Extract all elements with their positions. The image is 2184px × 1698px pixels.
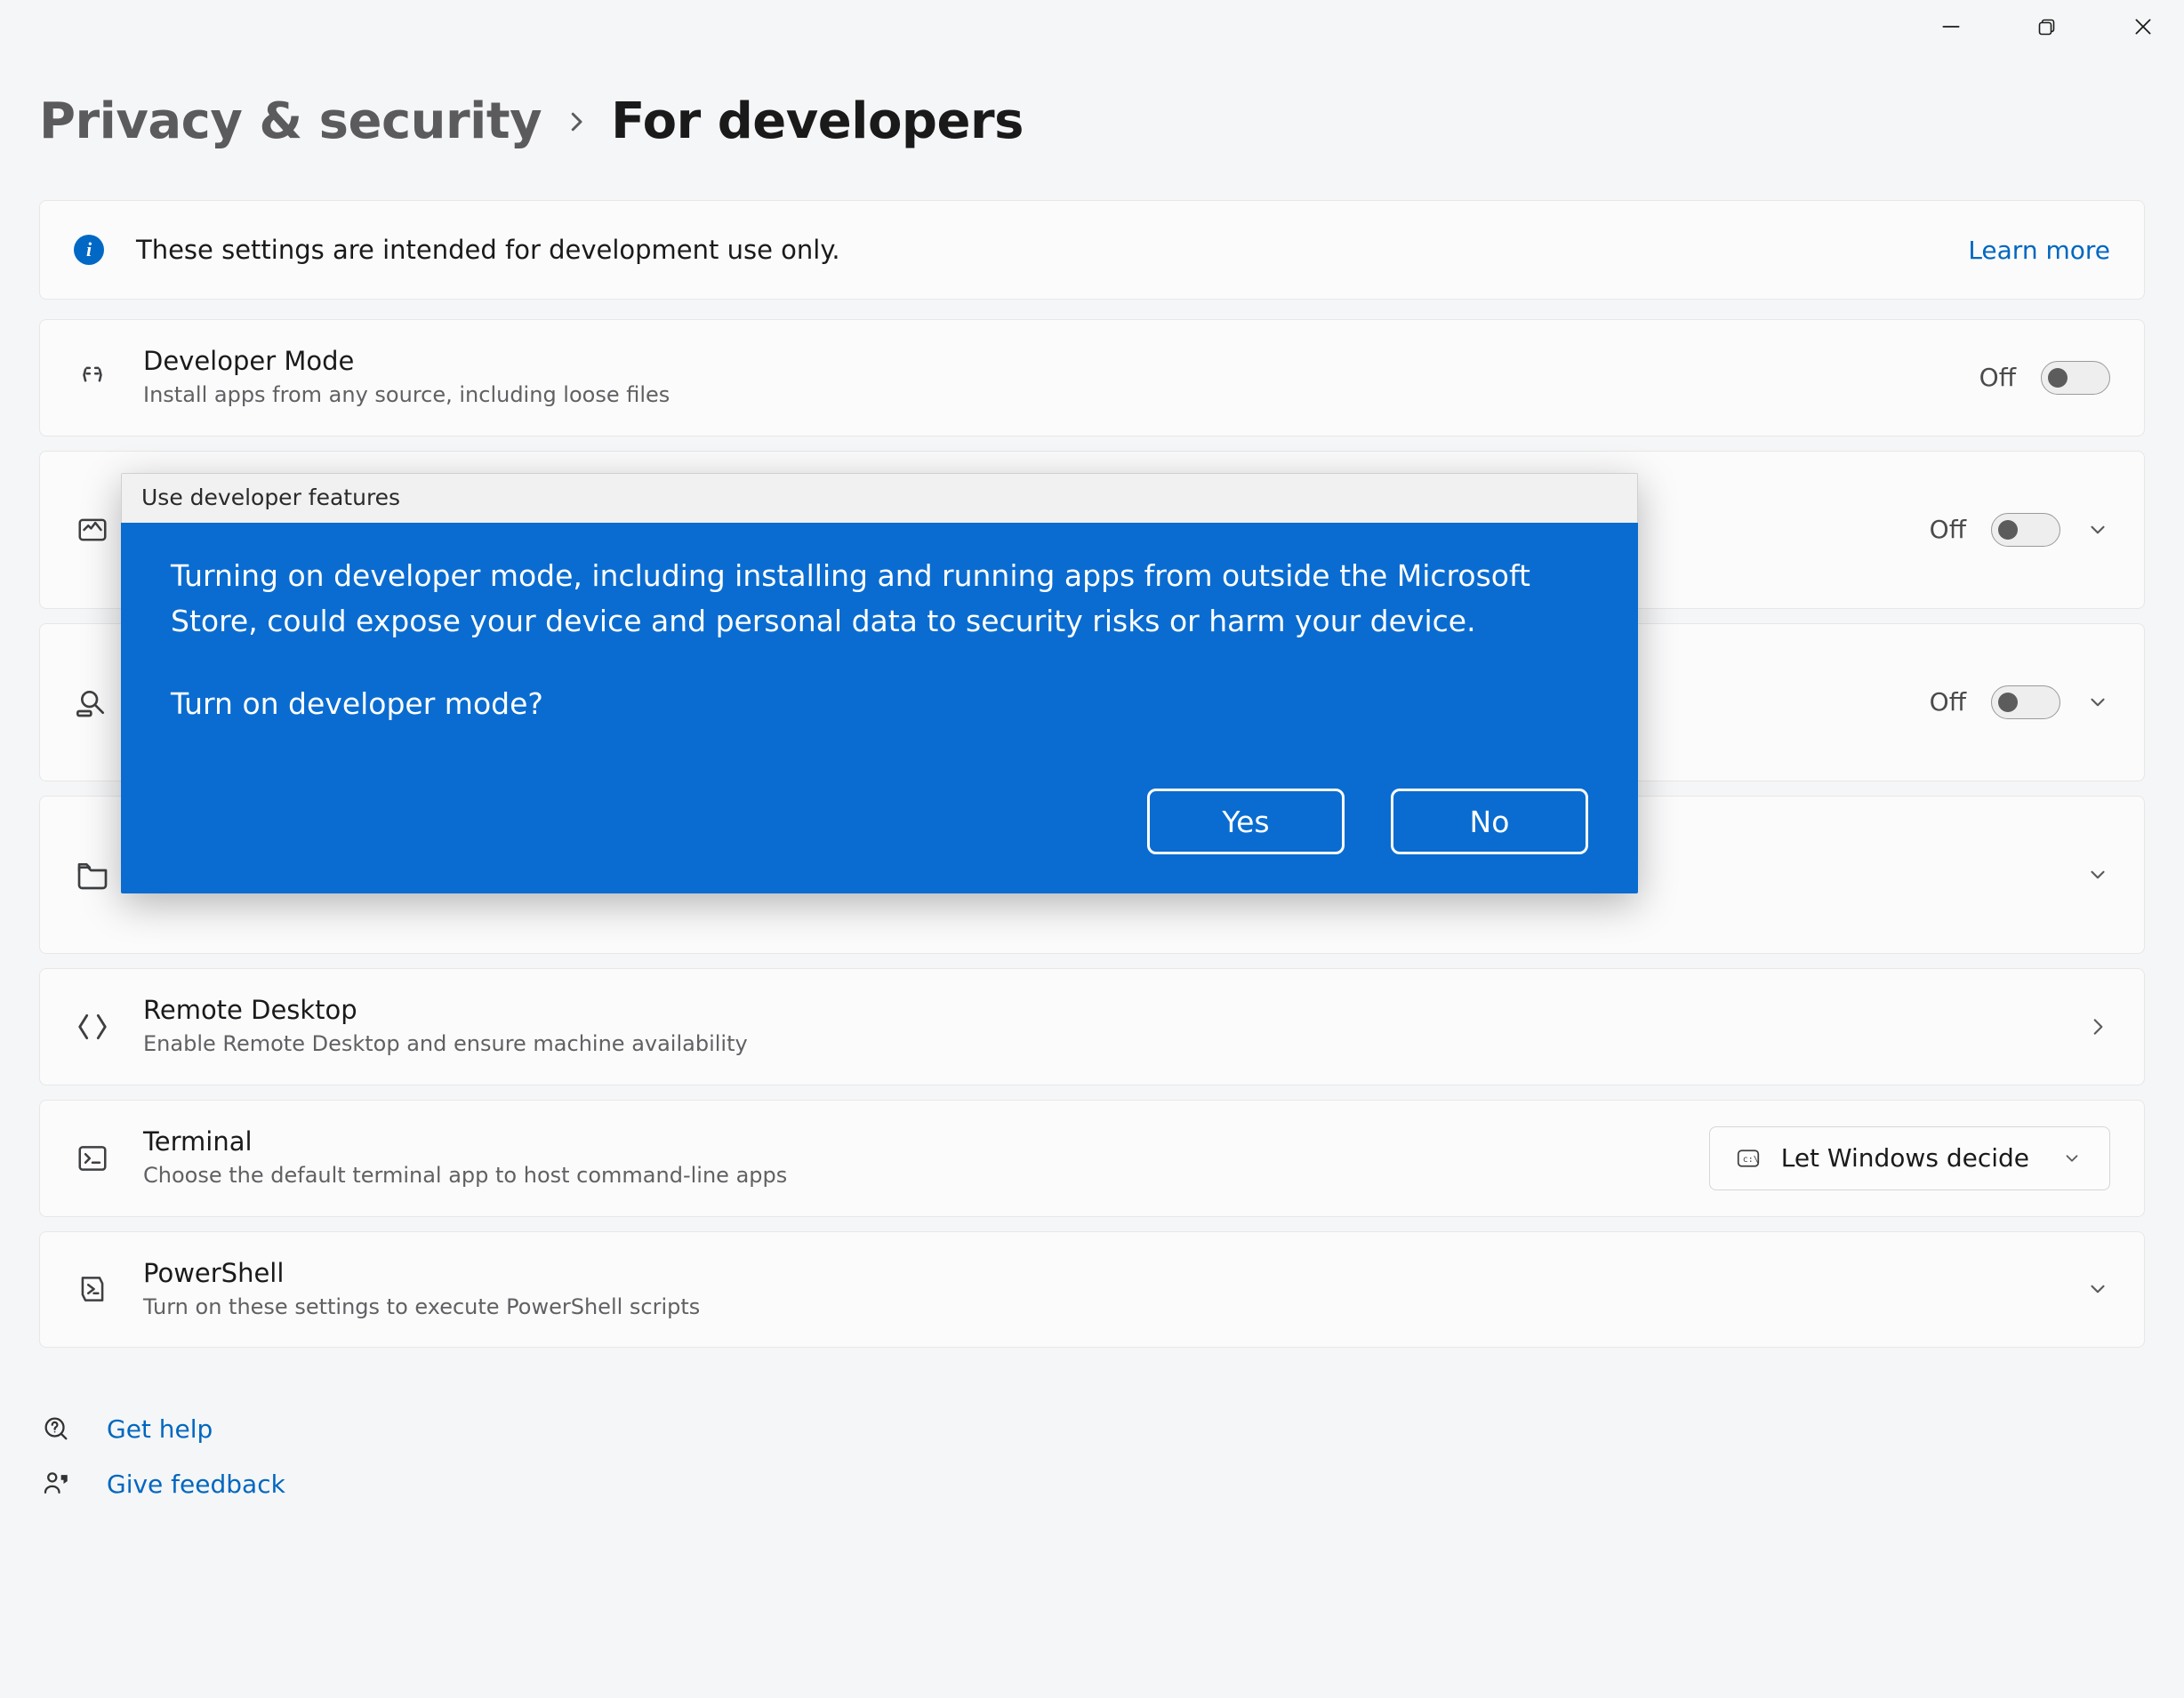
- remote-desktop-icon: [74, 1010, 111, 1044]
- window-maximize-button[interactable]: [2031, 11, 2063, 43]
- row3-toggle[interactable]: [1991, 685, 2060, 719]
- chevron-right-icon: [563, 108, 590, 135]
- footer-links: Get help Give feedback: [39, 1414, 2145, 1499]
- developer-mode-toggle[interactable]: [2041, 361, 2110, 395]
- row3-toggle-label: Off: [1930, 687, 1966, 717]
- chevron-down-icon: [2060, 1146, 2084, 1171]
- remote-desktop-subtitle: Enable Remote Desktop and ensure machine…: [143, 1029, 2053, 1060]
- info-icon: i: [74, 235, 104, 265]
- powershell-title: PowerShell: [143, 1257, 2053, 1289]
- info-banner-text: These settings are intended for developm…: [136, 235, 1936, 265]
- learn-more-link[interactable]: Learn more: [1968, 236, 2110, 265]
- device-discovery-icon: [74, 685, 111, 720]
- developer-mode-toggle-label: Off: [1979, 363, 2016, 392]
- chevron-down-icon: [2085, 517, 2110, 542]
- dialog-question: Turn on developer mode?: [171, 681, 1588, 726]
- developer-mode-dialog: Use developer features Turning on develo…: [121, 473, 1638, 893]
- card-powershell[interactable]: PowerShell Turn on these settings to exe…: [39, 1231, 2145, 1349]
- card-terminal: Terminal Choose the default terminal app…: [39, 1100, 2145, 1217]
- dialog-yes-button[interactable]: Yes: [1147, 789, 1345, 854]
- maximize-icon: [2036, 16, 2058, 37]
- window-close-button[interactable]: [2127, 11, 2159, 43]
- terminal-dropdown-icon: c:\: [1735, 1145, 1763, 1172]
- developer-mode-icon: [74, 361, 111, 395]
- developer-mode-subtitle: Install apps from any source, including …: [143, 380, 1947, 411]
- terminal-subtitle: Choose the default terminal app to host …: [143, 1161, 1677, 1191]
- get-help-label: Get help: [107, 1414, 213, 1444]
- terminal-dropdown-label: Let Windows decide: [1781, 1143, 2029, 1173]
- dialog-body: Turning on developer mode, including ins…: [121, 523, 1638, 893]
- device-portal-icon: [74, 513, 111, 547]
- chevron-right-icon: [2085, 1014, 2110, 1039]
- card-remote-desktop[interactable]: Remote Desktop Enable Remote Desktop and…: [39, 968, 2145, 1085]
- give-feedback-label: Give feedback: [107, 1470, 285, 1499]
- dialog-body-text: Turning on developer mode, including ins…: [171, 553, 1588, 644]
- give-feedback-link[interactable]: Give feedback: [41, 1469, 2145, 1499]
- dialog-title: Use developer features: [121, 473, 1638, 523]
- chevron-down-icon: [2085, 1277, 2110, 1302]
- window-titlebar: [0, 0, 2184, 53]
- breadcrumb-parent[interactable]: Privacy & security: [39, 92, 542, 150]
- chevron-down-icon: [2085, 690, 2110, 715]
- dialog-no-button[interactable]: No: [1391, 789, 1588, 854]
- terminal-dropdown[interactable]: c:\ Let Windows decide: [1709, 1126, 2110, 1190]
- page-title: For developers: [611, 92, 1024, 150]
- file-explorer-icon: [74, 857, 111, 893]
- developer-mode-title: Developer Mode: [143, 345, 1947, 377]
- terminal-title: Terminal: [143, 1125, 1677, 1157]
- row2-toggle[interactable]: [1991, 513, 2060, 547]
- svg-text:c:\: c:\: [1742, 1154, 1758, 1164]
- powershell-subtitle: Turn on these settings to execute PowerS…: [143, 1293, 2053, 1323]
- powershell-icon: [74, 1272, 111, 1306]
- feedback-icon: [41, 1469, 75, 1499]
- info-banner: i These settings are intended for develo…: [39, 200, 2145, 300]
- remote-desktop-title: Remote Desktop: [143, 994, 2053, 1026]
- get-help-link[interactable]: Get help: [41, 1414, 2145, 1444]
- terminal-icon: [74, 1141, 111, 1175]
- breadcrumb: Privacy & security For developers: [39, 92, 2145, 150]
- row2-toggle-label: Off: [1930, 515, 1966, 544]
- close-icon: [2132, 15, 2155, 38]
- help-icon: [41, 1414, 75, 1444]
- minimize-icon: [1939, 15, 1963, 38]
- window-minimize-button[interactable]: [1935, 11, 1967, 43]
- card-developer-mode: Developer Mode Install apps from any sou…: [39, 319, 2145, 437]
- chevron-down-icon: [2085, 862, 2110, 887]
